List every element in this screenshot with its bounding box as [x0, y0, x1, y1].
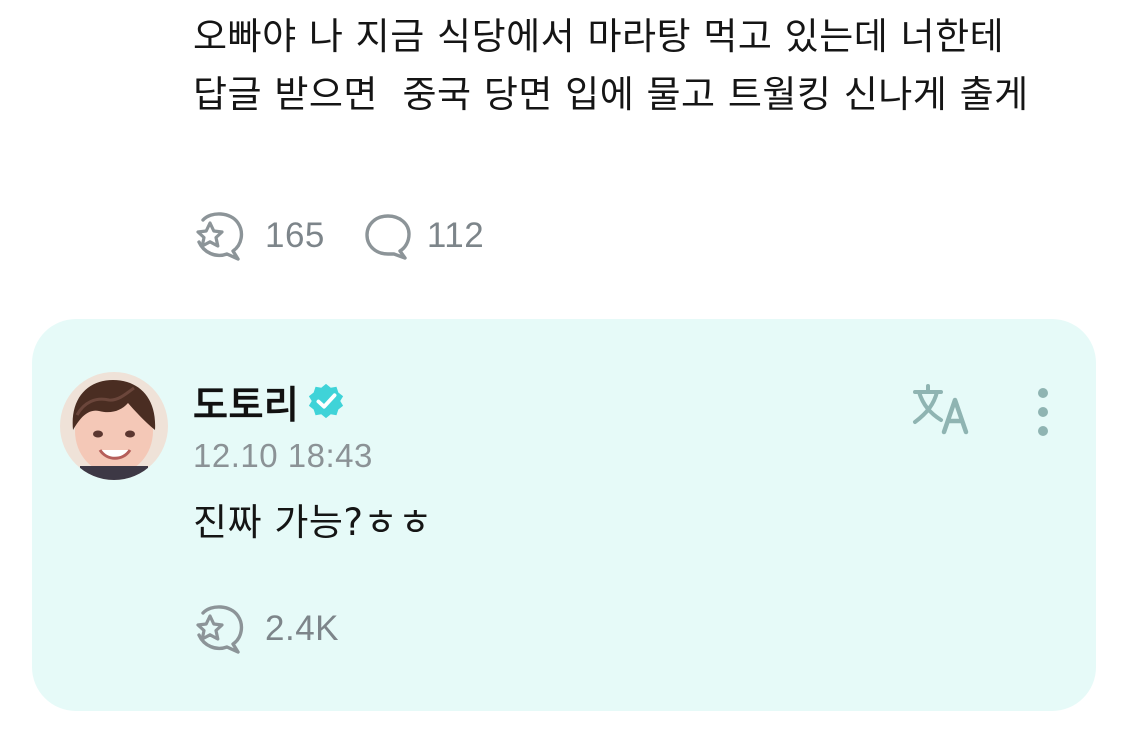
more-vertical-icon[interactable]: [1024, 384, 1062, 440]
verified-badge-icon: [309, 383, 344, 419]
reply-author-row: 도토리: [193, 372, 345, 430]
reply-text: 진짜 가능?ㅎㅎ: [193, 501, 433, 544]
reply-timestamp: 12.10 18:43: [193, 437, 373, 474]
translate-icon[interactable]: [910, 380, 974, 438]
post-comment-count: 112: [426, 216, 485, 255]
reply-like-count: 2.4K: [265, 609, 339, 648]
reply-stats: 2.4K: [193, 603, 377, 655]
post-comment-button[interactable]: 112: [363, 210, 484, 262]
avatar[interactable]: [60, 372, 168, 480]
post-text: 오빠야 나 지금 식당에서 마라탕 먹고 있는데 너한테 답글 받으면 중국 당…: [193, 15, 1029, 116]
post-like-count: 165: [265, 216, 325, 255]
reply-like-button[interactable]: 2.4K: [193, 603, 339, 655]
post-like-button[interactable]: 165: [193, 210, 325, 262]
reply-author-name[interactable]: 도토리: [193, 374, 299, 429]
reply-card: [32, 319, 1096, 711]
post-stats: 165 112: [193, 210, 522, 262]
comment-bubble-icon: [365, 214, 411, 260]
bubble-star-icon: [196, 212, 244, 261]
bubble-star-icon: [196, 605, 244, 654]
fan-post: 오빠야 나 지금 식당에서 마라탕 먹고 있는데 너한테 답글 받으면 중국 당…: [193, 8, 1073, 124]
